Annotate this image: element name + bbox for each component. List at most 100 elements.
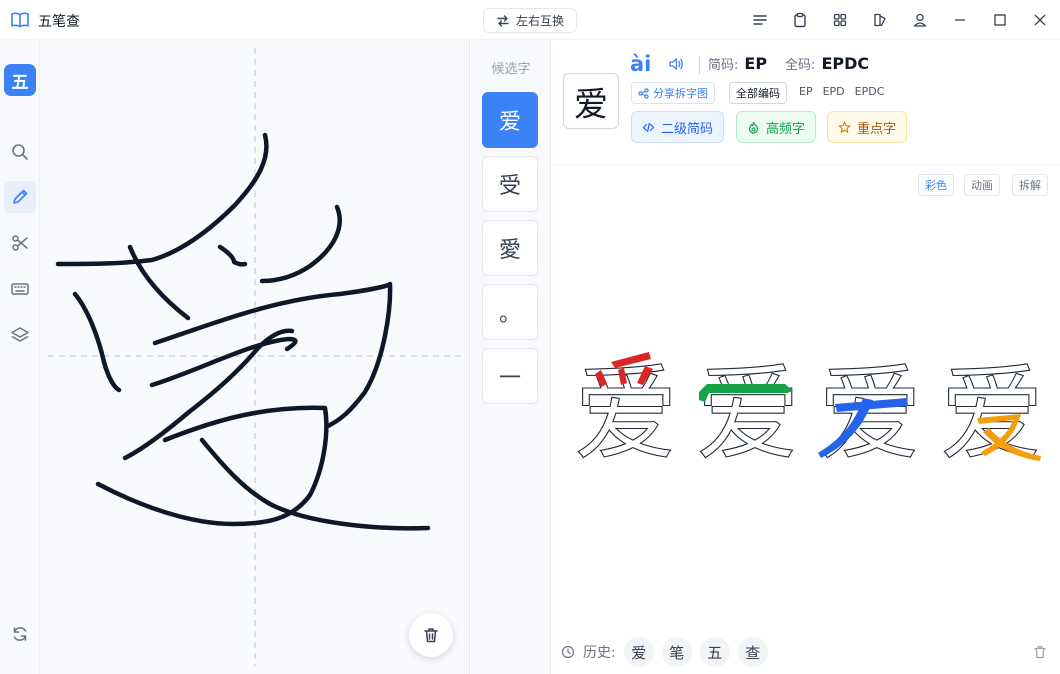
book-icon: [11, 12, 29, 28]
all-codes-button[interactable]: 全部编码: [729, 82, 787, 104]
list-lines-icon: [753, 15, 767, 25]
maximize-button[interactable]: [986, 6, 1014, 34]
ink-stroke: [95, 405, 329, 527]
code-list: EP EPD EPDC: [799, 85, 884, 98]
split-part-4: 爱: [939, 352, 1044, 470]
code-item: EPDC: [854, 85, 885, 98]
layers-icon: [11, 327, 29, 342]
detail-panel: 爱 ài 简码: EP 全码: EPDC 分享拆字图 全部编码 EP EPD E…: [551, 40, 1060, 674]
sidebar-handwrite[interactable]: [4, 181, 36, 213]
divider: [699, 56, 700, 74]
full-code-label: 全码:: [785, 58, 816, 73]
scissors-icon: [12, 235, 28, 251]
candidate-panel: 候选字 爱 受 愛 。 一: [471, 40, 551, 674]
short-code-label: 简码:: [708, 58, 739, 73]
maximize-icon: [994, 14, 1006, 26]
share-split-image-button[interactable]: 分享拆字图: [631, 82, 715, 104]
ink-stroke: [55, 132, 269, 267]
menu-button[interactable]: [746, 6, 774, 34]
clear-canvas-button[interactable]: [409, 613, 453, 657]
split-part-3: 爱: [817, 352, 922, 470]
handwriting-strokes: [48, 48, 462, 666]
flame-icon: [748, 121, 759, 134]
split-diagram: 爱 爱 爱 爱: [571, 350, 1060, 470]
ink-stroke: [152, 281, 393, 429]
ink-stroke: [259, 204, 342, 284]
history-item[interactable]: 爱: [623, 637, 654, 667]
split-part-1: 爱: [573, 352, 679, 470]
tag-high-frequency[interactable]: 高频字: [736, 111, 817, 143]
share-label: 分享拆字图: [653, 87, 708, 100]
code-summary: 简码: EP 全码: EPDC: [708, 54, 881, 73]
keyboard-icon: [11, 283, 29, 295]
minimize-icon: [955, 19, 965, 21]
full-code: EPDC: [821, 54, 870, 73]
close-button[interactable]: [1026, 6, 1054, 34]
star-icon: [838, 121, 851, 133]
ink-stroke: [72, 291, 122, 393]
app-title: 五笔查: [38, 14, 80, 30]
mode-animation-button[interactable]: 动画: [964, 174, 1000, 196]
ink-stroke: [122, 328, 295, 461]
swap-arrows-icon: [497, 14, 509, 27]
handwriting-canvas[interactable]: [40, 40, 470, 674]
ink-stroke: [217, 244, 248, 267]
history-bar: 历史: 爱 笔 五 查: [561, 637, 768, 667]
tag-key-character[interactable]: 重点字: [827, 111, 908, 143]
selected-character: 爱: [563, 73, 619, 129]
minimize-button[interactable]: [946, 6, 974, 34]
palette-icon: [874, 13, 886, 27]
mode-color-button[interactable]: 彩色: [918, 174, 954, 196]
sidebar-learn[interactable]: [4, 319, 36, 351]
code-icon: [642, 122, 655, 132]
theme-button[interactable]: [866, 6, 894, 34]
grid-button[interactable]: [826, 6, 854, 34]
search-icon: [12, 144, 28, 160]
divider: [551, 164, 1060, 165]
history-item[interactable]: 五: [699, 637, 730, 667]
trash-icon: [424, 628, 438, 643]
clock-icon: [561, 645, 575, 659]
clipboard-icon: [794, 12, 806, 28]
swap-sides-button[interactable]: 左右互换: [483, 8, 578, 33]
grid-icon: [833, 13, 847, 27]
tag-label: 二级简码: [661, 121, 714, 137]
history-item[interactable]: 查: [737, 637, 768, 667]
sidebar-split[interactable]: [4, 227, 36, 259]
tag-label: 高频字: [766, 121, 806, 137]
short-code: EP: [744, 54, 768, 73]
code-item: EPD: [822, 85, 845, 98]
candidate-char[interactable]: 爱: [482, 92, 538, 148]
history-label: 历史:: [583, 645, 616, 661]
app-logo: 五: [4, 64, 36, 96]
candidates-label: 候选字: [491, 62, 531, 77]
account-button[interactable]: [906, 6, 934, 34]
candidate-char[interactable]: 受: [482, 156, 538, 212]
user-icon: [913, 13, 927, 27]
speaker-icon[interactable]: [668, 56, 684, 72]
close-icon: [1034, 14, 1046, 26]
candidate-char[interactable]: 愛: [482, 220, 538, 276]
char-outline: 爱: [940, 353, 1044, 470]
mode-split-button[interactable]: 拆解: [1012, 174, 1048, 196]
sidebar: 五: [0, 40, 40, 674]
pencil-icon: [13, 189, 28, 204]
share-icon: [638, 87, 649, 99]
tag-level2-code[interactable]: 二级简码: [631, 111, 725, 143]
pinyin: ài: [630, 52, 652, 76]
swap-sides-label: 左右互换: [516, 14, 565, 28]
ink-stroke: [149, 336, 298, 388]
candidate-char[interactable]: 一: [482, 348, 538, 404]
title-bar: 五笔查 左右互换: [0, 0, 1060, 40]
sidebar-search[interactable]: [4, 136, 36, 168]
history-item[interactable]: 笔: [661, 637, 692, 667]
sidebar-keyboard[interactable]: [4, 273, 36, 305]
clear-history-icon[interactable]: [1032, 644, 1048, 660]
char-outline: 爱: [696, 353, 800, 470]
code-item: EP: [799, 85, 813, 98]
char-outline: 爱: [818, 353, 922, 470]
tag-label: 重点字: [857, 121, 897, 137]
candidate-char[interactable]: 。: [482, 284, 538, 340]
clipboard-button[interactable]: [786, 6, 814, 34]
sidebar-refresh[interactable]: [4, 618, 36, 650]
